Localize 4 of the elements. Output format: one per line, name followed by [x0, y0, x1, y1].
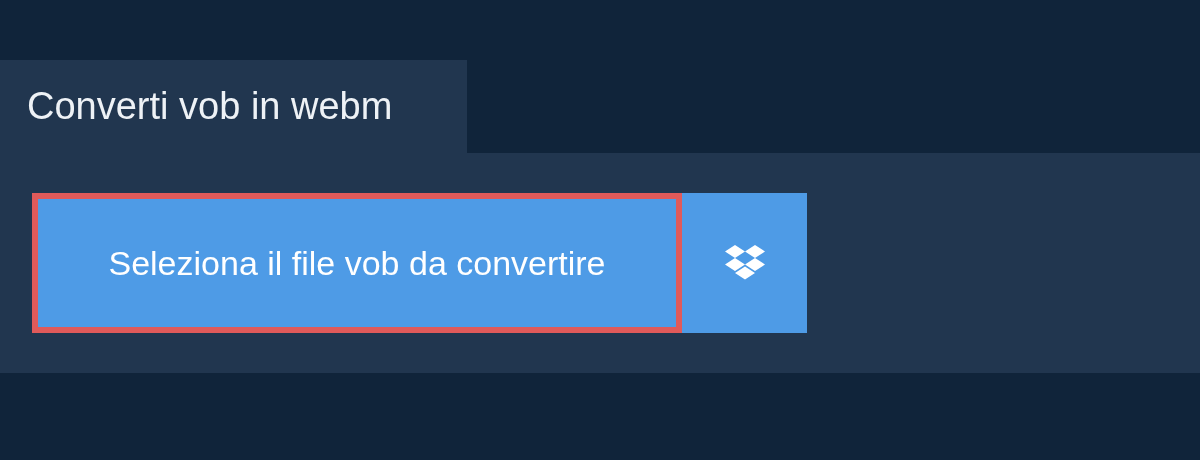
- select-file-button[interactable]: Seleziona il file vob da convertire: [32, 193, 682, 333]
- dropbox-icon: [723, 244, 766, 282]
- page-title: Converti vob in webm: [27, 84, 393, 129]
- dropbox-button[interactable]: [682, 193, 807, 333]
